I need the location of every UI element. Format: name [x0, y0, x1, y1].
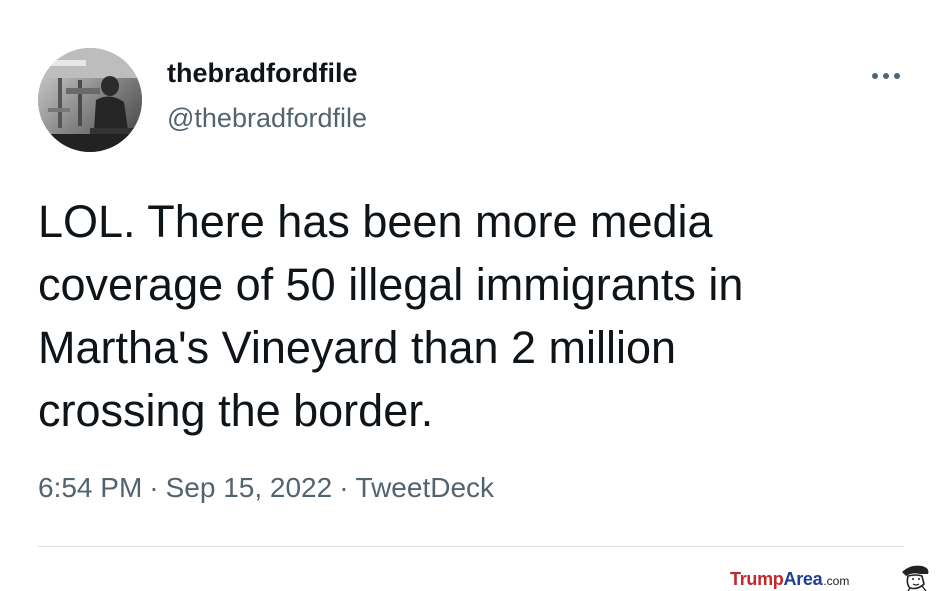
tweet-source[interactable]: TweetDeck: [356, 472, 495, 503]
watermark-brand-suffix: .com: [823, 574, 850, 588]
meta-separator: ·: [149, 472, 159, 503]
tweet-text-line: crossing the border.: [38, 385, 434, 436]
watermark: Trump Area .com: [730, 568, 849, 590]
tweet-text-line: Martha's Vineyard than 2 million: [38, 322, 677, 373]
tweet-metadata: 6:54 PM · Sep 15, 2022 · TweetDeck: [38, 472, 494, 504]
tweet-text-line: coverage of 50 illegal immigrants in: [38, 259, 744, 310]
display-name[interactable]: thebradfordfile: [167, 58, 358, 89]
tweet-time[interactable]: 6:54 PM: [38, 472, 142, 503]
user-handle[interactable]: @thebradfordfile: [167, 103, 367, 134]
tweet-text-line: LOL. There has been more media: [38, 196, 713, 247]
profile-photo-image: [38, 48, 142, 152]
meta-separator: ·: [339, 472, 349, 503]
watermark-brand-part2: Area: [783, 569, 823, 589]
tweet-card: thebradfordfile @thebradfordfile LOL. Th…: [0, 0, 940, 591]
more-horizontal-icon: [872, 73, 878, 79]
watermark-brand-part1: Trump: [730, 569, 784, 589]
more-options-button[interactable]: [864, 64, 908, 88]
tweet-date[interactable]: Sep 15, 2022: [166, 472, 333, 503]
more-horizontal-icon: [894, 73, 900, 79]
more-horizontal-icon: [883, 73, 889, 79]
divider: [38, 546, 904, 547]
avatar[interactable]: [38, 48, 142, 152]
tweet-text: LOL. There has been more media coverage …: [38, 190, 898, 442]
watermark-logo-icon: [902, 565, 929, 591]
